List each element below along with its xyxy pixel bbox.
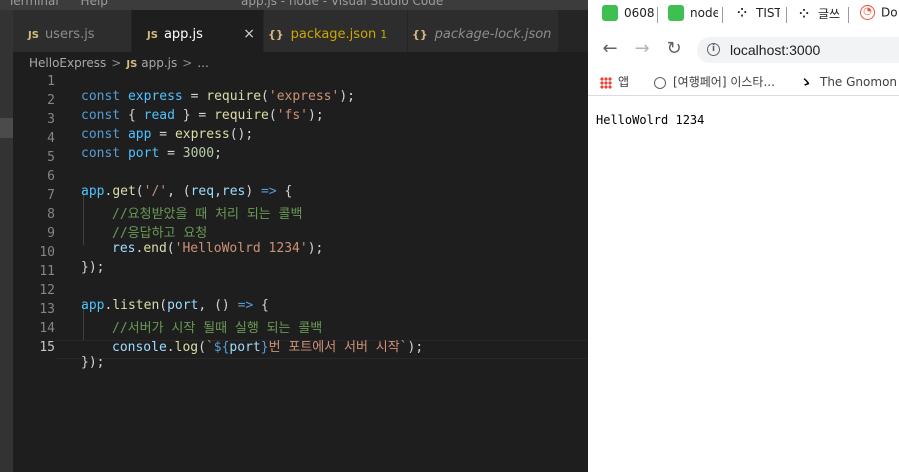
code-line-10: }); xyxy=(13,245,588,275)
naver-icon xyxy=(668,5,684,21)
gnomon-logo-icon: ゝ xyxy=(800,75,813,89)
tab-label: package-lock.json xyxy=(434,27,552,42)
menu-bar: Terminal Help xyxy=(8,0,126,8)
tab-separator xyxy=(848,7,849,23)
chevron-right-icon: > xyxy=(111,56,122,70)
browser-toolbar: ← → ↻ i xyxy=(588,32,899,66)
reload-icon[interactable]: ↻ xyxy=(664,39,684,59)
response-text: HelloWolrd 1234 xyxy=(596,113,705,127)
browser-tab-write[interactable]: ⁘ 글쓰 xyxy=(796,5,844,25)
breadcrumb-file[interactable]: app.js xyxy=(141,56,177,70)
code-line-12: app.listen(port, () => { xyxy=(13,283,588,313)
browser-tab-tistory[interactable]: ⁘ TISTO xyxy=(734,5,780,25)
activity-bar-active-item[interactable] xyxy=(0,118,13,138)
forward-arrow-icon[interactable]: → xyxy=(632,39,652,59)
tab-package-lock-json[interactable]: {} package-lock.json xyxy=(408,10,558,52)
code-line-8: //응답하고 요청 xyxy=(13,207,588,241)
browser-tab-label: 글쓰 xyxy=(818,7,841,21)
code-editor[interactable]: 1 2 3 4 5 6 7 8 9 10 11 12 13 14 15 cons… xyxy=(13,74,588,472)
bookmark-label: The Gnomon xyxy=(820,75,898,89)
browser-tab-node[interactable]: node xyxy=(668,5,718,25)
js-file-icon: JS xyxy=(147,30,158,41)
menu-terminal[interactable]: Terminal xyxy=(8,0,59,8)
tab-label: app.js xyxy=(163,27,203,42)
browser-tab-do[interactable]: ◔ Do xyxy=(860,5,899,25)
browser-tab-label: 0608 xyxy=(624,6,654,20)
browser-tab-strip: 0608 node ⁘ TISTO ⁘ 글쓰 ◔ Do xyxy=(588,0,899,32)
browser-tab-label: Do xyxy=(881,5,898,20)
tab-users-js[interactable]: JS users.js xyxy=(13,10,131,52)
json-file-icon: {} xyxy=(268,28,284,41)
token-punct: ; xyxy=(214,146,222,161)
chat-app-icon xyxy=(602,5,618,21)
token-keyword: const xyxy=(81,146,121,161)
code-line-15: }); xyxy=(13,340,588,370)
activity-bar xyxy=(0,10,13,472)
window-title: app.js - node - Visual Studio Code xyxy=(241,0,444,8)
url-input[interactable] xyxy=(730,40,899,60)
chrome-window: 0608 node ⁘ TISTO ⁘ 글쓰 ◔ Do ← → ↻ i 앱 xyxy=(588,0,899,472)
tab-separator xyxy=(657,7,658,23)
tab-label: users.js xyxy=(44,27,95,42)
browser-tab-label: TISTO xyxy=(756,6,780,20)
tistory-icon: ⁘ xyxy=(798,6,810,21)
tab-separator xyxy=(722,7,723,23)
close-tab-icon[interactable]: × xyxy=(243,26,255,42)
globe-icon xyxy=(654,76,666,89)
json-file-icon: {} xyxy=(412,28,428,41)
clock-icon: ◔ xyxy=(860,5,875,20)
tistory-icon: ⁘ xyxy=(736,6,748,20)
code-line-13: //서버가 시작 될때 실행 되는 콜백 xyxy=(13,302,588,336)
code-line-6: app.get('/', (req,res) => { xyxy=(13,169,588,199)
browser-tab-0608[interactable]: 0608 xyxy=(602,5,654,25)
browser-tab-label: node xyxy=(690,6,718,20)
token-punct: }); xyxy=(81,260,105,275)
code-line-14: console.log(`${port}번 포트에서 서버 시작`); xyxy=(13,321,588,355)
code-line-4: const port = 3000; xyxy=(13,131,588,161)
token-number: 3000 xyxy=(182,146,215,161)
bookmark-apps[interactable]: 앱 xyxy=(600,73,629,90)
token-punct: = xyxy=(159,146,183,161)
bookmark-gnomon[interactable]: ゝ The Gnomon xyxy=(800,73,897,90)
menu-help[interactable]: Help xyxy=(81,0,108,8)
js-file-icon: JS xyxy=(126,59,138,70)
bookmarks-bar: 앱 [여행페어] 이스타... ゝ The Gnomon xyxy=(588,66,899,96)
page-content: HelloWolrd 1234 xyxy=(588,97,899,472)
code-line-9: res.end('HelloWolrd 1234'); xyxy=(13,226,588,256)
breadcrumb-folder[interactable]: HelloExpress xyxy=(29,56,106,70)
bookmark-label: [여행페어] 이스타... xyxy=(673,75,775,89)
breadcrumb-symbols[interactable]: ... xyxy=(197,56,208,70)
token-punct xyxy=(120,146,128,161)
tab-package-json[interactable]: {} package.json 1 xyxy=(264,10,407,52)
js-file-icon: JS xyxy=(28,30,39,41)
address-bar[interactable]: i xyxy=(697,37,899,63)
problems-badge: 1 xyxy=(380,28,388,41)
info-icon[interactable]: i xyxy=(707,43,720,56)
code-line-1: const express = require('express'); xyxy=(13,74,588,104)
bookmark-travel-fair[interactable]: [여행페어] 이스타... xyxy=(654,73,775,90)
breadcrumb: HelloExpress > JS app.js >... xyxy=(13,52,588,74)
editor-tabs: JS users.js JS app.js × {} package.json 1 {}… xyxy=(13,10,588,52)
code-line-3: const app = express(); xyxy=(13,112,588,142)
code-line-2: const { read } = require('fs'); xyxy=(13,93,588,123)
bookmark-label: 앱 xyxy=(618,75,630,89)
chevron-right-icon: > xyxy=(182,56,193,70)
vscode-window: Terminal Help app.js - node - Visual Stu… xyxy=(0,0,588,472)
token-const: port xyxy=(127,146,160,161)
title-bar: Terminal Help app.js - node - Visual Stu… xyxy=(0,0,588,10)
code-line-7: //요청받았을 때 처리 되는 콜백 xyxy=(13,188,588,222)
apps-grid-icon xyxy=(600,76,612,89)
back-arrow-icon[interactable]: ← xyxy=(600,39,620,59)
tab-app-js[interactable]: JS app.js × xyxy=(132,10,263,52)
tab-separator xyxy=(786,7,787,23)
token-punct: }); xyxy=(81,355,105,370)
tab-label: package.json xyxy=(290,27,377,42)
